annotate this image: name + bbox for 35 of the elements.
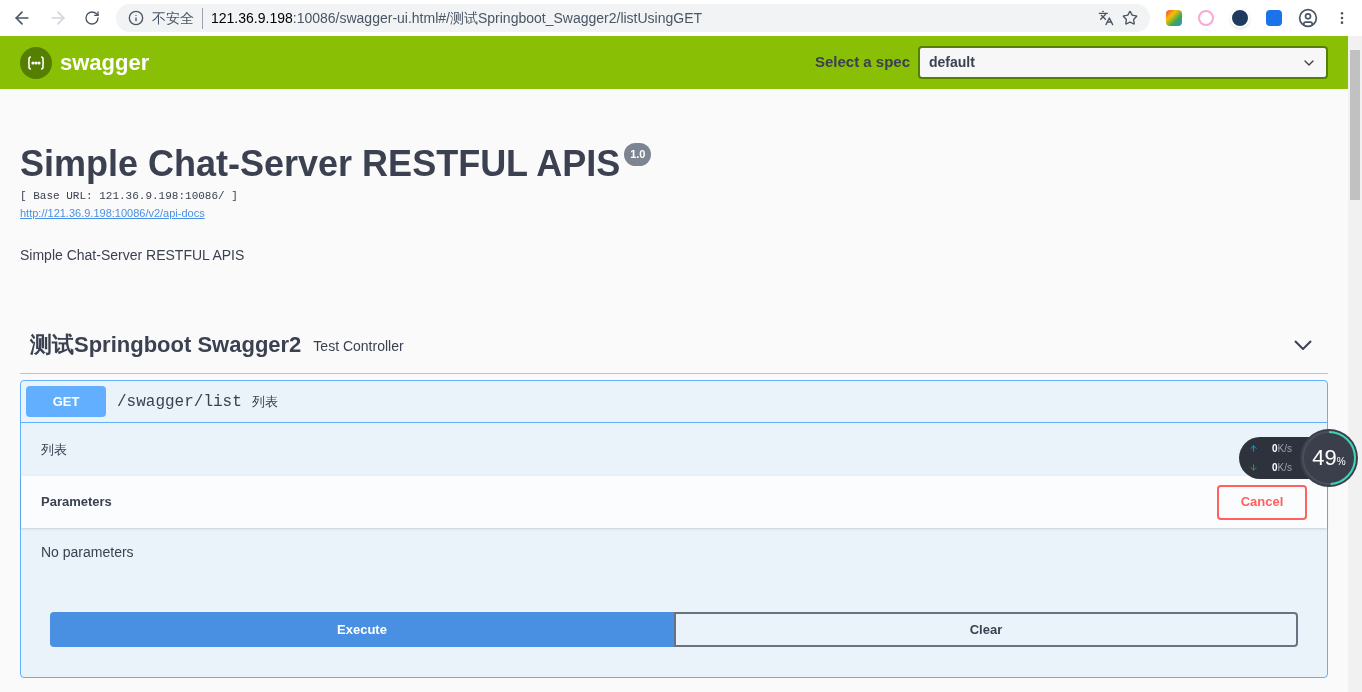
tag-name: 测试Springboot Swagger2 <box>30 331 302 359</box>
profile-icon[interactable] <box>1298 8 1318 28</box>
tag-description: Test Controller <box>313 337 404 356</box>
parameters-title: Parameters <box>41 493 112 512</box>
operation-description: 列表 <box>41 440 67 459</box>
operation-path: /swagger/list <box>117 391 242 413</box>
url-host: 121.36.9.198 <box>211 8 293 28</box>
usage-percent: 49% <box>1312 447 1346 469</box>
clear-button[interactable]: Clear <box>674 612 1298 647</box>
bookmark-star-icon[interactable] <box>1122 10 1138 26</box>
no-parameters-text: No parameters <box>41 542 134 562</box>
url-path: :10086/swagger-ui.html#/测试Springboot_Swagger2/listUsingGET <box>292 8 703 28</box>
upload-speed: 0K/s <box>1272 442 1292 456</box>
address-bar[interactable]: 不安全 121.36.9.198:10086/swagger-ui.html#/测试Springboot_Swagger2/listUsingGET <box>116 4 1150 32</box>
spec-label: Select a spec <box>814 52 910 73</box>
api-description: Simple Chat-Server RESTFUL APIS <box>20 246 246 265</box>
tag-header[interactable]: 测试Springboot Swagger2 Test Controller <box>20 328 1328 374</box>
download-arrow-icon <box>1249 463 1258 472</box>
usage-ring <box>1299 428 1359 488</box>
method-badge: GET <box>26 386 106 417</box>
operation-summary: 列表 <box>251 392 278 411</box>
reload-icon[interactable] <box>84 10 100 26</box>
api-title: Simple Chat-Server RESTFUL APIS <box>20 142 621 186</box>
info-icon <box>128 10 144 26</box>
swagger-logo-icon <box>20 46 52 79</box>
security-label: 不安全 <box>152 7 203 29</box>
translate-icon[interactable] <box>1098 10 1114 26</box>
spec-select[interactable]: default <box>918 46 1328 79</box>
logo-text: swagger <box>60 49 150 77</box>
scrollbar[interactable] <box>1348 36 1362 692</box>
extension-icon[interactable] <box>1166 10 1182 26</box>
base-url: [ Base URL: 121.36.9.198:10086/ ] <box>20 189 239 204</box>
version-badge: 1.0 <box>624 143 652 166</box>
upload-arrow-icon <box>1249 444 1258 453</box>
download-speed: 0K/s <box>1272 461 1292 475</box>
